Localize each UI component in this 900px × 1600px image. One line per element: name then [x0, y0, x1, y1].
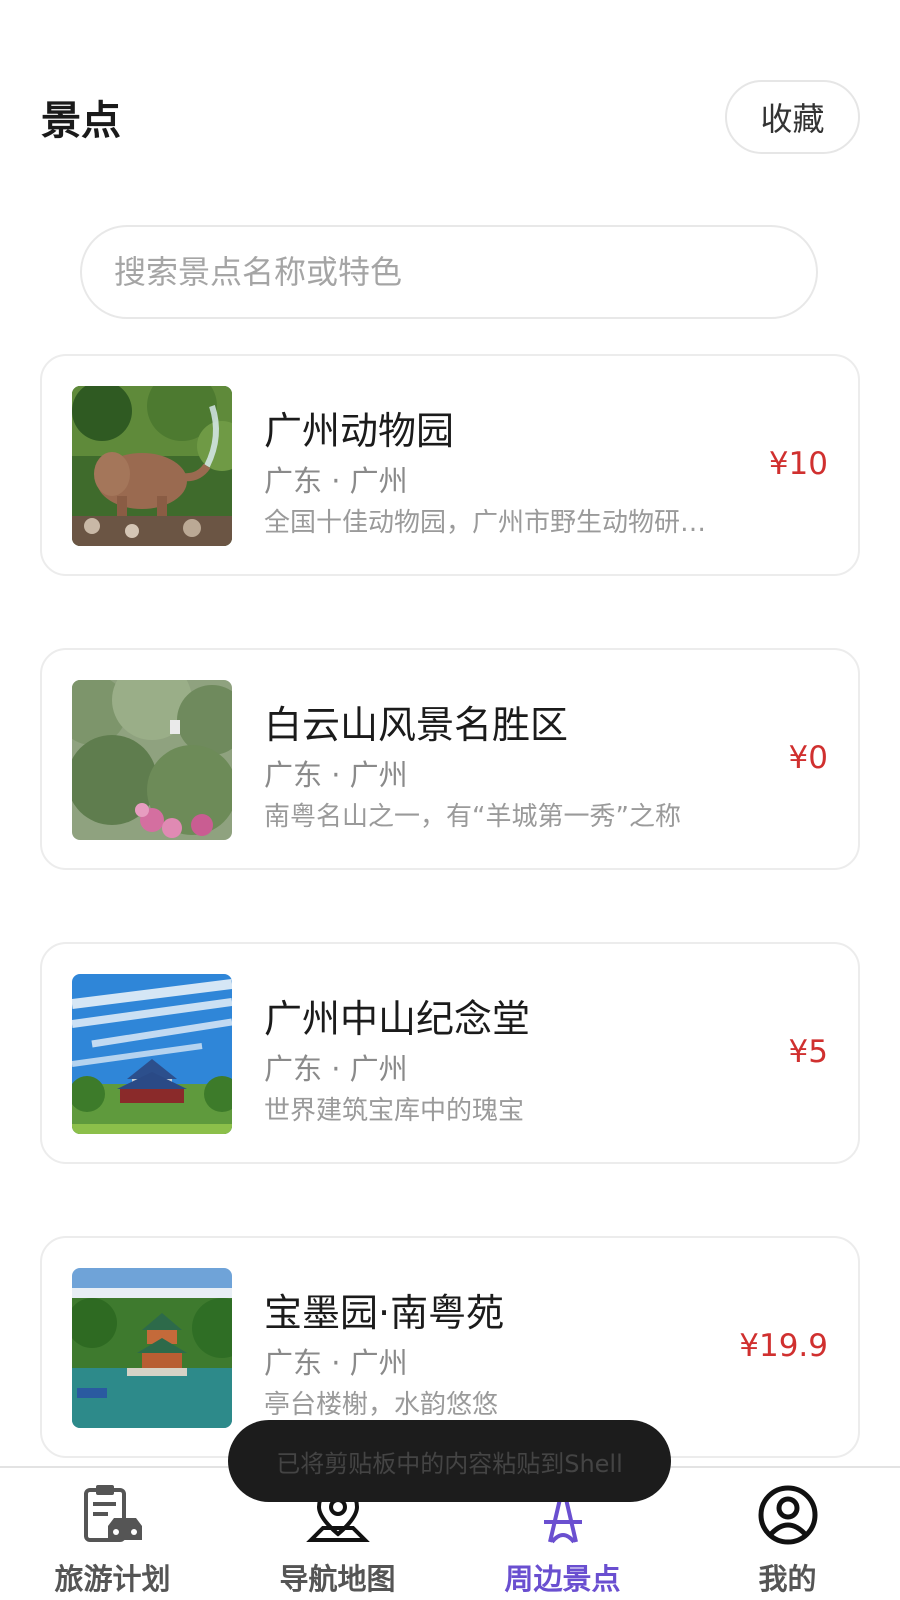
attraction-thumbnail: [72, 1268, 232, 1428]
toast-message: 已将剪贴板中的内容粘贴到Shell: [228, 1420, 671, 1502]
attraction-description: 全国十佳动物园，广州市野生动物研…: [264, 508, 707, 538]
memorial-hall-photo: [72, 974, 232, 1134]
attraction-price: ¥19.9: [739, 1328, 828, 1364]
attraction-name: 广州动物园: [264, 409, 455, 453]
attraction-card[interactable]: 广州中山纪念堂 广东 · 广州 世界建筑宝库中的瑰宝 ¥5: [40, 942, 860, 1164]
user-circle-icon: [758, 1485, 818, 1545]
favorites-button[interactable]: 收藏: [725, 80, 860, 154]
tab-label: 旅游计划: [54, 1562, 171, 1596]
attraction-price: ¥10: [768, 446, 828, 482]
tab-label: 导航地图: [279, 1562, 396, 1596]
attraction-card[interactable]: 广州动物园 广东 · 广州 全国十佳动物园，广州市野生动物研… ¥10: [40, 354, 860, 576]
attraction-thumbnail: [72, 974, 232, 1134]
attraction-description: 世界建筑宝库中的瑰宝: [264, 1096, 525, 1126]
attraction-name: 广州中山纪念堂: [264, 997, 531, 1041]
attraction-price: ¥5: [788, 1034, 828, 1070]
attraction-thumbnail: [72, 680, 232, 840]
attraction-description: 南粤名山之一，有“羊城第一秀”之称: [264, 802, 681, 832]
elephant-photo: [72, 386, 232, 546]
clipboard-car-icon: [84, 1485, 142, 1542]
garden-photo: [72, 1268, 232, 1428]
search-input[interactable]: [114, 253, 816, 291]
header: 景点 收藏: [0, 0, 900, 200]
attraction-thumbnail: [72, 386, 232, 546]
attraction-name: 宝墨园·南粤苑: [264, 1291, 505, 1335]
mountain-photo: [72, 680, 232, 840]
attraction-location: 广东 · 广州: [264, 464, 408, 498]
attraction-location: 广东 · 广州: [264, 1346, 408, 1380]
tab-label: 周边景点: [504, 1562, 621, 1596]
attraction-price: ¥0: [788, 740, 828, 776]
attraction-description: 亭台楼榭，水韵悠悠: [264, 1390, 499, 1420]
attraction-name: 白云山风景名胜区: [264, 703, 569, 747]
search-bar[interactable]: [80, 225, 818, 319]
tab-label: 我的: [758, 1562, 817, 1596]
tab-travel-plan[interactable]: 旅游计划: [0, 1468, 225, 1600]
attraction-location: 广东 · 广州: [264, 758, 408, 792]
attraction-location: 广东 · 广州: [264, 1052, 408, 1086]
attraction-card[interactable]: 白云山风景名胜区 广东 · 广州 南粤名山之一，有“羊城第一秀”之称 ¥0: [40, 648, 860, 870]
page-title: 景点: [41, 98, 121, 144]
tab-mine[interactable]: 我的: [675, 1468, 900, 1600]
